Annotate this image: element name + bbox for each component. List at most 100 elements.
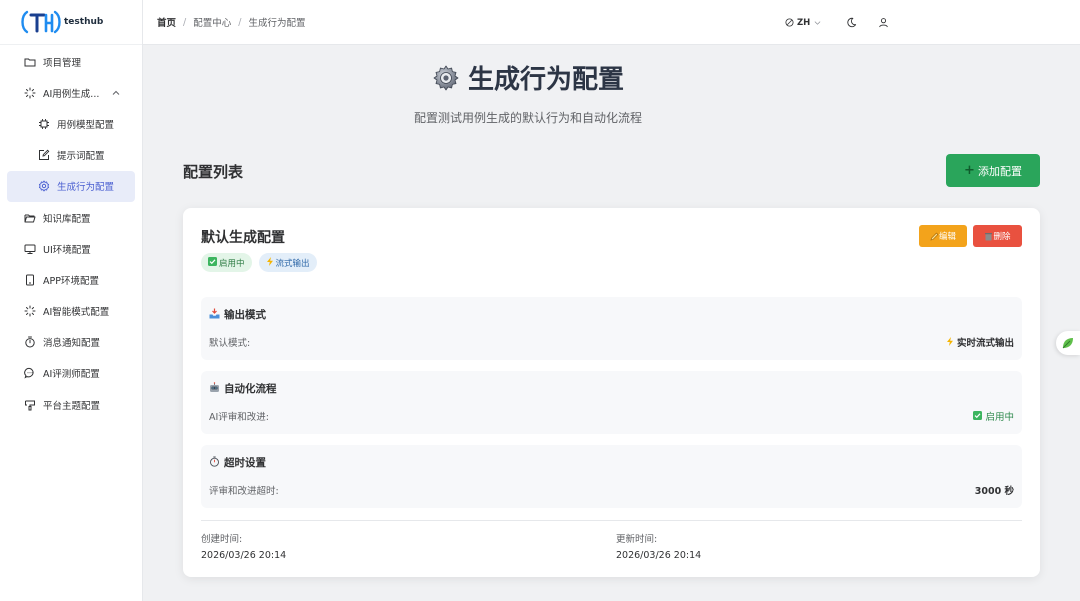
language-label: ZH bbox=[797, 17, 811, 28]
sidebar-item-ui-env-config[interactable]: UI环境配置 bbox=[0, 233, 142, 264]
section-title-text: 超时设置 bbox=[224, 457, 266, 469]
edit-button[interactable]: 编辑 bbox=[919, 225, 967, 247]
robot-icon bbox=[209, 381, 220, 396]
section-label: AI评审和改进: bbox=[209, 412, 270, 423]
section-title: 输出模式 bbox=[209, 307, 266, 322]
page-title-text: 生成行为配置 bbox=[467, 65, 624, 95]
breadcrumb-separator: / bbox=[183, 16, 187, 28]
updated-time: 更新时间: 2026/03/26 20:14 bbox=[616, 532, 701, 564]
sidebar-menu: 项目管理 AI用例生成... 用例模型配置 提示词配置 生成行为配置 知识库配置… bbox=[0, 45, 142, 420]
section-value: 启用中 bbox=[973, 409, 1014, 423]
tray-icon bbox=[209, 308, 220, 322]
user-icon[interactable] bbox=[878, 17, 889, 28]
automation-section: 自动化流程 AI评审和改进: 启用中 bbox=[201, 371, 1022, 434]
logo[interactable]: testhub bbox=[0, 0, 142, 45]
lightning-icon bbox=[266, 256, 274, 269]
language-switch[interactable]: ZH bbox=[785, 18, 821, 28]
sidebar-item-projects[interactable]: 项目管理 bbox=[0, 46, 142, 77]
section-label: 默认模式: bbox=[209, 338, 251, 349]
sidebar-item-label: 平台主题配置 bbox=[43, 400, 101, 412]
testhub-logo-icon bbox=[21, 10, 61, 34]
check-icon bbox=[973, 411, 983, 420]
chevron-up-icon[interactable] bbox=[112, 89, 120, 97]
sidebar-item-label: AI智能模式配置 bbox=[43, 307, 110, 319]
status-badge-label: 启用中 bbox=[219, 258, 245, 269]
leaf-icon bbox=[1062, 338, 1073, 349]
sidebar-item-label: UI环境配置 bbox=[43, 244, 91, 256]
trash-icon bbox=[985, 232, 993, 240]
moon-icon[interactable] bbox=[846, 17, 857, 28]
config-tags: 启用中 流式输出 bbox=[201, 253, 324, 272]
created-time-label: 创建时间: bbox=[201, 534, 243, 545]
delete-label: 删除 bbox=[993, 232, 1011, 242]
timer-icon bbox=[24, 336, 36, 348]
status-badge: 启用中 bbox=[201, 253, 252, 272]
delete-button[interactable]: 删除 bbox=[973, 225, 1022, 247]
section-title-text: 自动化流程 bbox=[224, 383, 277, 395]
sidebar-item-label: AI用例生成... bbox=[43, 88, 100, 100]
card-divider bbox=[201, 520, 1022, 521]
gear-icon bbox=[432, 64, 460, 92]
sidebar-item-label: AI评测师配置 bbox=[43, 369, 100, 381]
section-value-text: 启用中 bbox=[985, 412, 1014, 423]
sparkle-icon bbox=[24, 87, 36, 99]
gear-icon bbox=[38, 180, 50, 192]
chevron-down-icon bbox=[814, 19, 821, 26]
section-value-text: 实时流式输出 bbox=[956, 338, 1014, 349]
page-subtitle: 配置测试用例生成的默认行为和自动化流程 bbox=[413, 111, 642, 125]
folder-open-icon bbox=[24, 212, 36, 224]
updated-time-label: 更新时间: bbox=[616, 534, 658, 545]
config-card-title: 默认生成配置 bbox=[201, 230, 285, 246]
breadcrumb-home[interactable]: 首页 bbox=[157, 15, 176, 29]
config-card: 默认生成配置 启用中 流式输出 编辑 删除 输出模式 默认模式: 实时流式输出 … bbox=[183, 208, 1040, 577]
timeout-section: 超时设置 评审和改进超时: 3000 秒 bbox=[201, 445, 1022, 508]
created-time: 创建时间: 2026/03/26 20:14 bbox=[201, 532, 286, 564]
pencil-icon bbox=[930, 232, 939, 240]
sidebar-item-label: 生成行为配置 bbox=[57, 182, 115, 194]
sidebar-item-knowledge-base-config[interactable]: 知识库配置 bbox=[0, 202, 142, 233]
sidebar-item-platform-theme-config[interactable]: 平台主题配置 bbox=[0, 389, 142, 420]
folder-icon bbox=[24, 56, 36, 68]
header-tools: ZH bbox=[785, 0, 889, 45]
add-config-button[interactable]: + 添加配置 bbox=[946, 154, 1040, 187]
monitor-icon bbox=[24, 243, 36, 255]
sidebar-item-case-model-config[interactable]: 用例模型配置 bbox=[0, 108, 142, 139]
sidebar-item-generation-behavior-config[interactable]: 生成行为配置 bbox=[7, 170, 135, 202]
config-list-title: 配置列表 bbox=[183, 163, 244, 181]
output-mode-section: 输出模式 默认模式: 实时流式输出 bbox=[201, 297, 1022, 360]
check-icon bbox=[208, 256, 217, 269]
palette-icon bbox=[24, 399, 36, 411]
sidebar: testhub 项目管理 AI用例生成... 用例模型配置 提示词配置 生成行为… bbox=[0, 0, 143, 601]
sidebar-item-notification-config[interactable]: 消息通知配置 bbox=[0, 327, 142, 358]
main-content: 生成行为配置 配置测试用例生成的默认行为和自动化流程 配置列表 + 添加配置 默… bbox=[143, 45, 1080, 601]
breadcrumb-separator: / bbox=[238, 16, 242, 28]
phone-icon bbox=[24, 274, 36, 286]
floating-assistant-tab[interactable] bbox=[1056, 331, 1080, 355]
stream-badge-label: 流式输出 bbox=[275, 258, 310, 269]
sparkle-icon bbox=[24, 305, 36, 317]
sidebar-item-label: 用例模型配置 bbox=[57, 119, 115, 131]
chat-icon bbox=[24, 367, 36, 379]
sidebar-item-app-env-config[interactable]: APP环境配置 bbox=[0, 264, 142, 295]
sidebar-item-label: 提示词配置 bbox=[57, 151, 105, 163]
language-icon bbox=[785, 18, 794, 27]
sidebar-item-ai-smart-mode-config[interactable]: AI智能模式配置 bbox=[0, 296, 142, 327]
logo-text: testhub bbox=[64, 17, 104, 27]
breadcrumb-config-center[interactable]: 配置中心 bbox=[193, 15, 231, 29]
plus-icon: + bbox=[964, 163, 975, 178]
page-title: 生成行为配置 bbox=[143, 59, 913, 96]
top-header: 首页 / 配置中心 / 生成行为配置 ZH bbox=[143, 0, 1080, 45]
sidebar-item-label: 知识库配置 bbox=[43, 213, 91, 225]
stream-badge: 流式输出 bbox=[258, 253, 317, 272]
sidebar-item-label: 项目管理 bbox=[43, 57, 82, 69]
sidebar-item-label: APP环境配置 bbox=[43, 275, 99, 287]
add-config-label: 添加配置 bbox=[977, 164, 1022, 178]
sidebar-item-prompt-config[interactable]: 提示词配置 bbox=[0, 140, 142, 171]
sidebar-item-ai-evaluator-config[interactable]: AI评测师配置 bbox=[0, 358, 142, 389]
section-title: 自动化流程 bbox=[209, 381, 277, 396]
sidebar-item-ai-case-generation[interactable]: AI用例生成... bbox=[0, 77, 142, 108]
edit-label: 编辑 bbox=[938, 232, 956, 242]
section-title: 超时设置 bbox=[209, 455, 266, 470]
breadcrumb-current: 生成行为配置 bbox=[248, 18, 306, 29]
section-value: 3000 秒 bbox=[974, 486, 1014, 497]
